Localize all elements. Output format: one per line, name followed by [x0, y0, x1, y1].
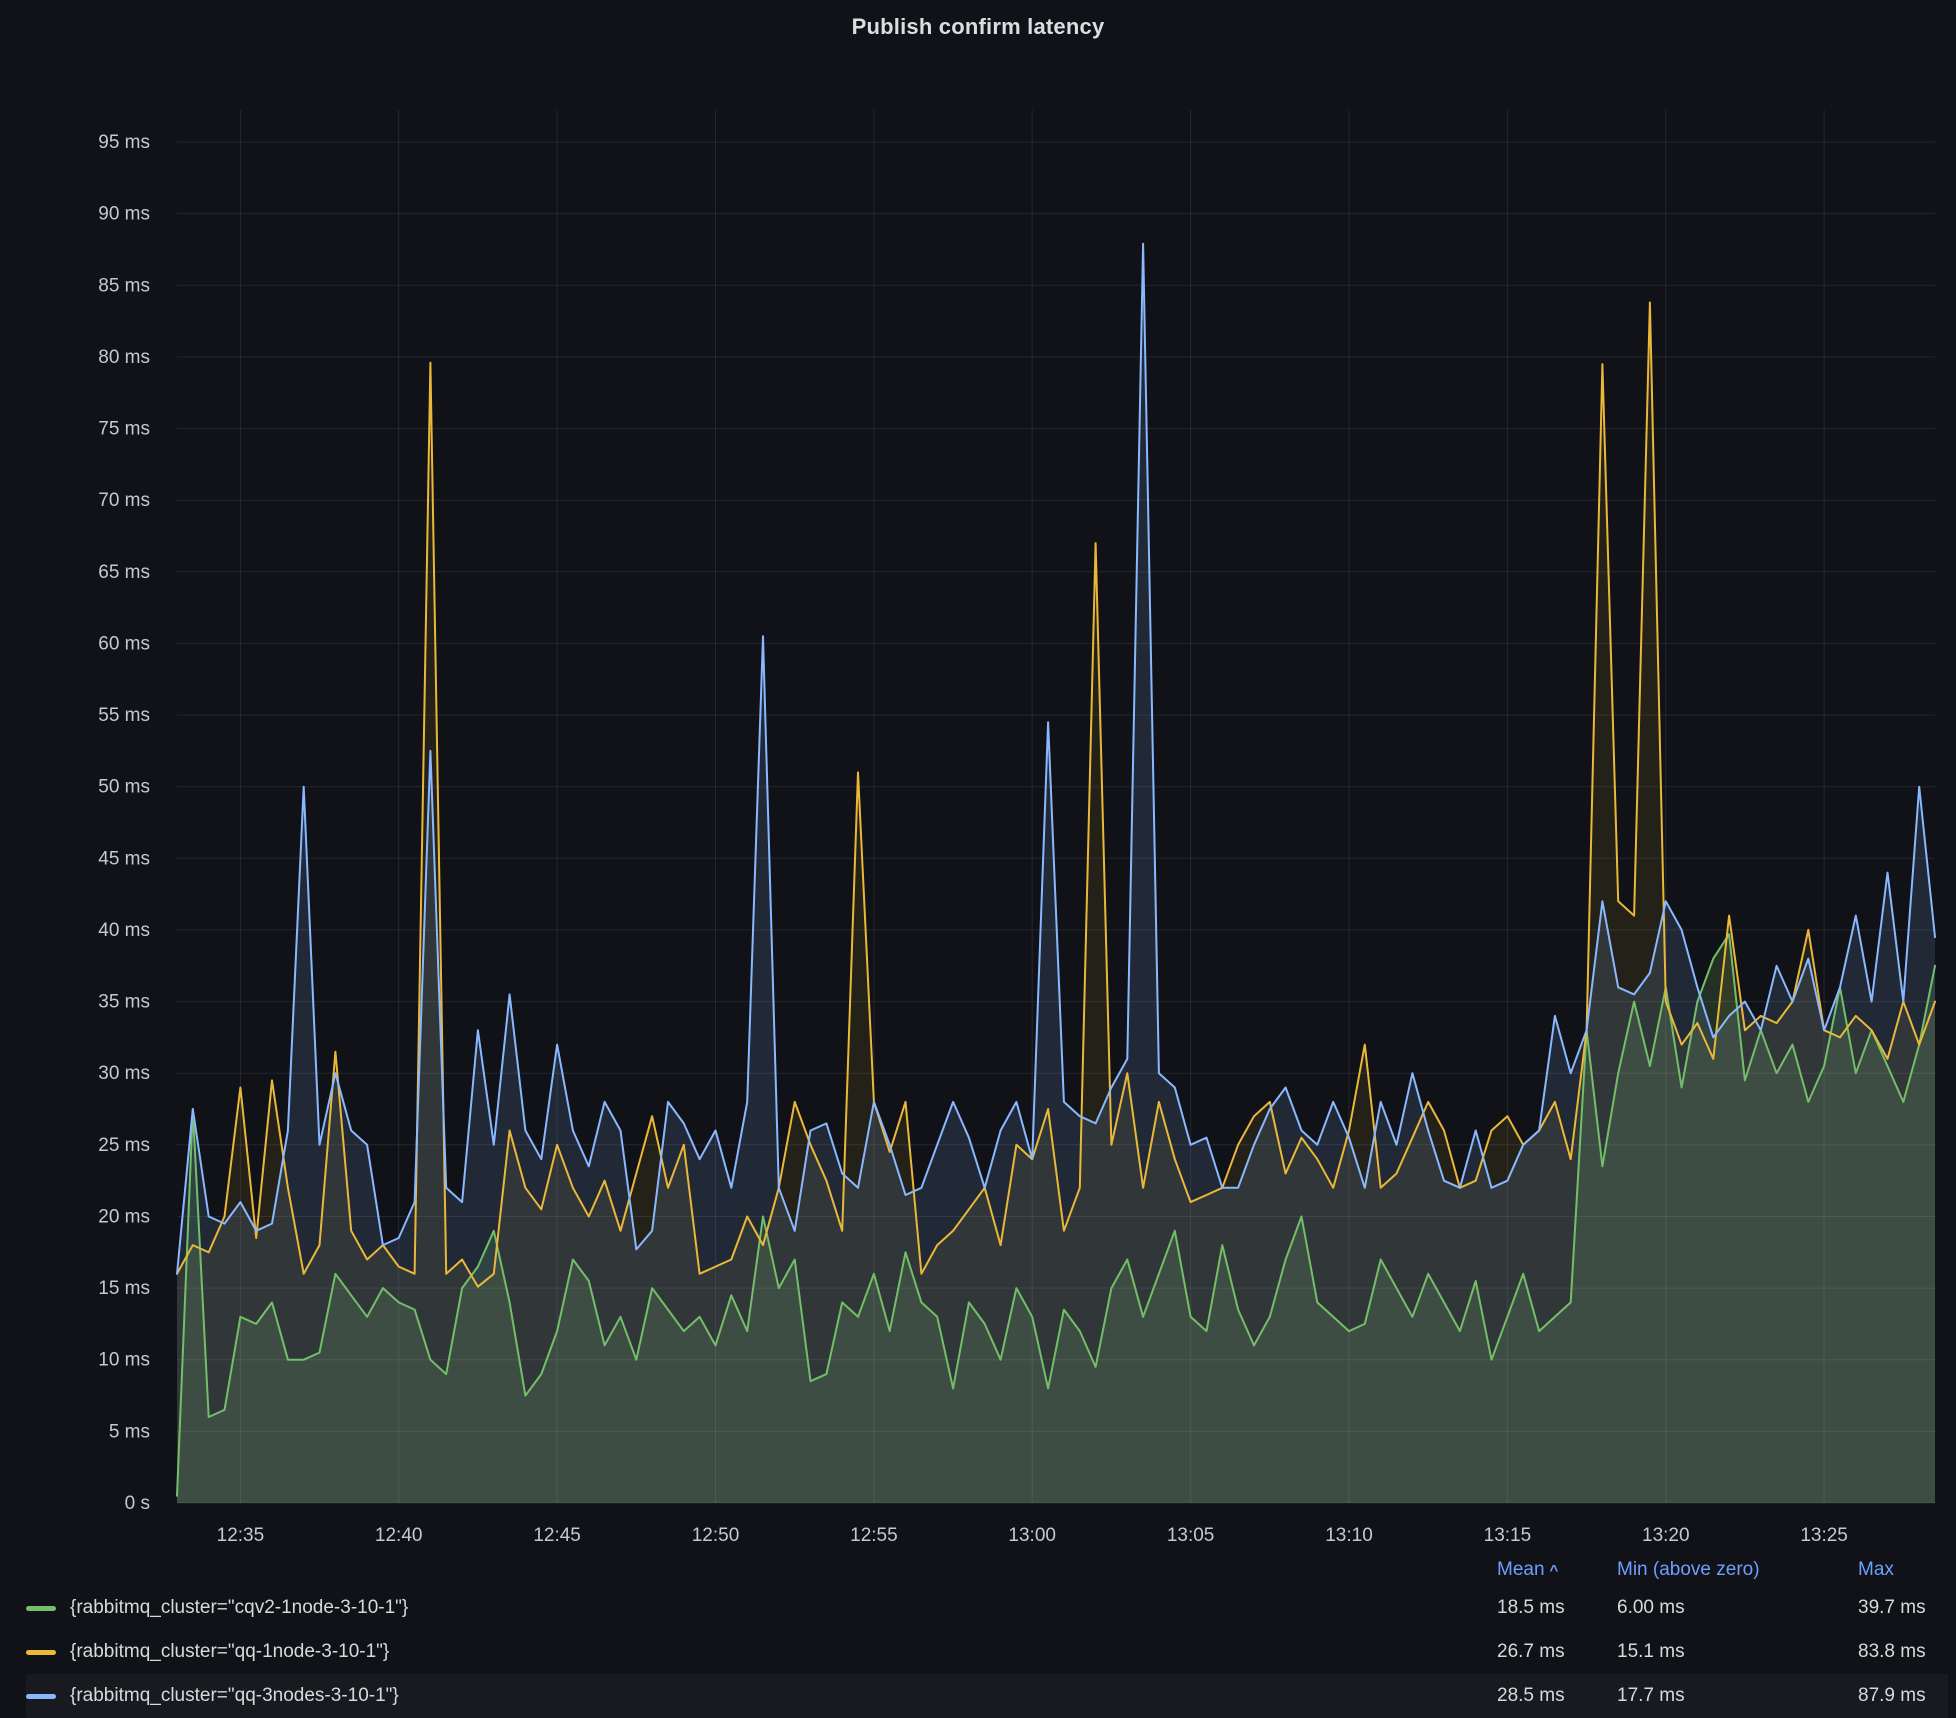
y-axis-label: 85 ms [98, 275, 150, 296]
series-swatch-icon [26, 1606, 56, 1611]
legend-column-mean-label: Mean [1497, 1559, 1545, 1580]
x-axis-label: 13:25 [1800, 1525, 1848, 1546]
max-value: 39.7 ms [1858, 1597, 1948, 1619]
y-axis-label: 10 ms [98, 1350, 150, 1371]
x-axis-label: 12:50 [692, 1525, 740, 1546]
max-value: 83.8 ms [1858, 1641, 1948, 1663]
legend-column-mean[interactable]: Mean ^ [1497, 1559, 1617, 1581]
series-label[interactable]: {rabbitmq_cluster="qq-1node-3-10-1"} [70, 1641, 389, 1663]
y-axis-label: 95 ms [98, 132, 150, 153]
y-axis-label: 50 ms [98, 777, 150, 798]
max-value: 87.9 ms [1858, 1685, 1948, 1707]
legend-row-cqv2-1node: {rabbitmq_cluster="cqv2-1node-3-10-1"} 1… [26, 1586, 1948, 1630]
legend-row-qq-1node: {rabbitmq_cluster="qq-1node-3-10-1"} 26.… [26, 1630, 1948, 1674]
y-axis-label: 45 ms [98, 848, 150, 869]
y-axis-label: 30 ms [98, 1063, 150, 1084]
x-axis-label: 13:20 [1642, 1525, 1690, 1546]
x-axis-label: 13:05 [1167, 1525, 1215, 1546]
legend-column-max[interactable]: Max [1858, 1559, 1948, 1581]
y-axis-label: 35 ms [98, 992, 150, 1013]
legend-row-qq-3nodes: {rabbitmq_cluster="qq-3nodes-3-10-1"} 28… [26, 1674, 1948, 1718]
x-axis-label: 12:35 [217, 1525, 265, 1546]
series-area-qq-3nodes-3-10-1 [177, 244, 1935, 1503]
min-value: 15.1 ms [1617, 1641, 1858, 1663]
latency-chart[interactable]: 0 s 5 ms 10 ms 15 ms 20 ms 25 ms 30 ms 35 ms 40 … [0, 0, 1956, 1560]
min-value: 6.00 ms [1617, 1597, 1858, 1619]
x-axis-label: 13:15 [1484, 1525, 1532, 1546]
x-axis-label: 12:55 [850, 1525, 898, 1546]
y-axis-label: 75 ms [98, 419, 150, 440]
legend-column-min[interactable]: Min (above zero) [1617, 1559, 1858, 1581]
y-axis-label: 80 ms [98, 347, 150, 368]
sort-ascending-icon: ^ [1550, 1562, 1559, 1579]
series-label[interactable]: {rabbitmq_cluster="qq-3nodes-3-10-1"} [70, 1685, 399, 1707]
y-axis-label: 55 ms [98, 705, 150, 726]
x-axis-label: 13:00 [1008, 1525, 1056, 1546]
legend-header: Mean ^ Min (above zero) Max [26, 1552, 1948, 1586]
y-axis-label: 65 ms [98, 562, 150, 583]
legend: Mean ^ Min (above zero) Max {rabbitmq_clu… [0, 1552, 1956, 1718]
series-swatch-icon [26, 1694, 56, 1699]
mean-value: 26.7 ms [1497, 1641, 1617, 1663]
y-axis-label: 25 ms [98, 1135, 150, 1156]
mean-value: 18.5 ms [1497, 1597, 1617, 1619]
y-axis-label: 40 ms [98, 920, 150, 941]
series-swatch-icon [26, 1650, 56, 1655]
y-axis-label: 0 s [125, 1493, 150, 1514]
x-axis-label: 12:40 [375, 1525, 423, 1546]
y-axis-label: 90 ms [98, 204, 150, 225]
y-axis-label: 60 ms [98, 633, 150, 654]
series-label[interactable]: {rabbitmq_cluster="cqv2-1node-3-10-1"} [70, 1597, 408, 1619]
y-axis-label: 20 ms [98, 1207, 150, 1228]
mean-value: 28.5 ms [1497, 1685, 1617, 1707]
x-axis-label: 13:10 [1325, 1525, 1373, 1546]
y-axis-label: 70 ms [98, 490, 150, 511]
grafana-panel: { "chart_data": { "type": "line", "title… [0, 0, 1956, 1718]
y-axis-label: 5 ms [109, 1421, 150, 1442]
min-value: 17.7 ms [1617, 1685, 1858, 1707]
y-axis-label: 15 ms [98, 1278, 150, 1299]
x-axis-label: 12:45 [533, 1525, 581, 1546]
latency-chart-svg[interactable]: 0 s 5 ms 10 ms 15 ms 20 ms 25 ms 30 ms 35 ms 40 … [0, 0, 1956, 1560]
